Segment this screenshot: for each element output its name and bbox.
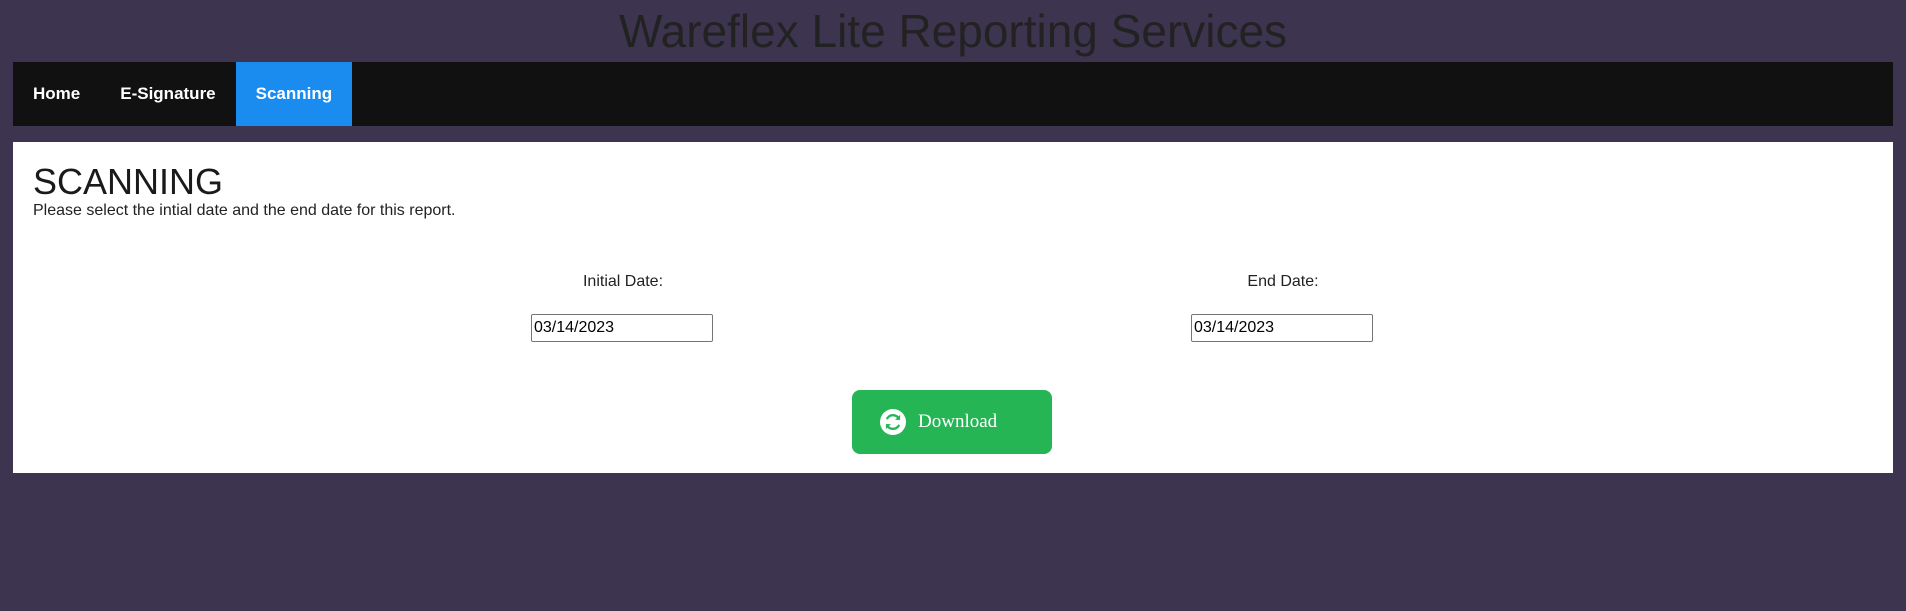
report-panel: SCANNING Please select the intial date a…: [13, 142, 1893, 473]
refresh-icon: [880, 409, 906, 435]
app-title: Wareflex Lite Reporting Services: [618, 5, 1288, 57]
end-date-input[interactable]: [1191, 314, 1373, 342]
nav-item-scanning[interactable]: Scanning: [235, 62, 353, 126]
nav-bar: Home E-Signature Scanning: [13, 62, 1893, 126]
nav-item-e-signature[interactable]: E-Signature: [100, 62, 235, 126]
download-button-label: Download: [918, 411, 998, 432]
end-date-label: End Date:: [1247, 273, 1319, 290]
page-title: SCANNING: [33, 161, 224, 202]
page-description: Please select the intial date and the en…: [33, 202, 456, 219]
initial-date-label: Initial Date:: [582, 273, 664, 290]
initial-date-input[interactable]: [531, 314, 713, 342]
download-button[interactable]: Download: [852, 390, 1052, 454]
nav-item-home[interactable]: Home: [13, 62, 100, 126]
end-date-group: End Date:: [1191, 272, 1375, 342]
initial-date-group: Initial Date:: [531, 272, 715, 342]
